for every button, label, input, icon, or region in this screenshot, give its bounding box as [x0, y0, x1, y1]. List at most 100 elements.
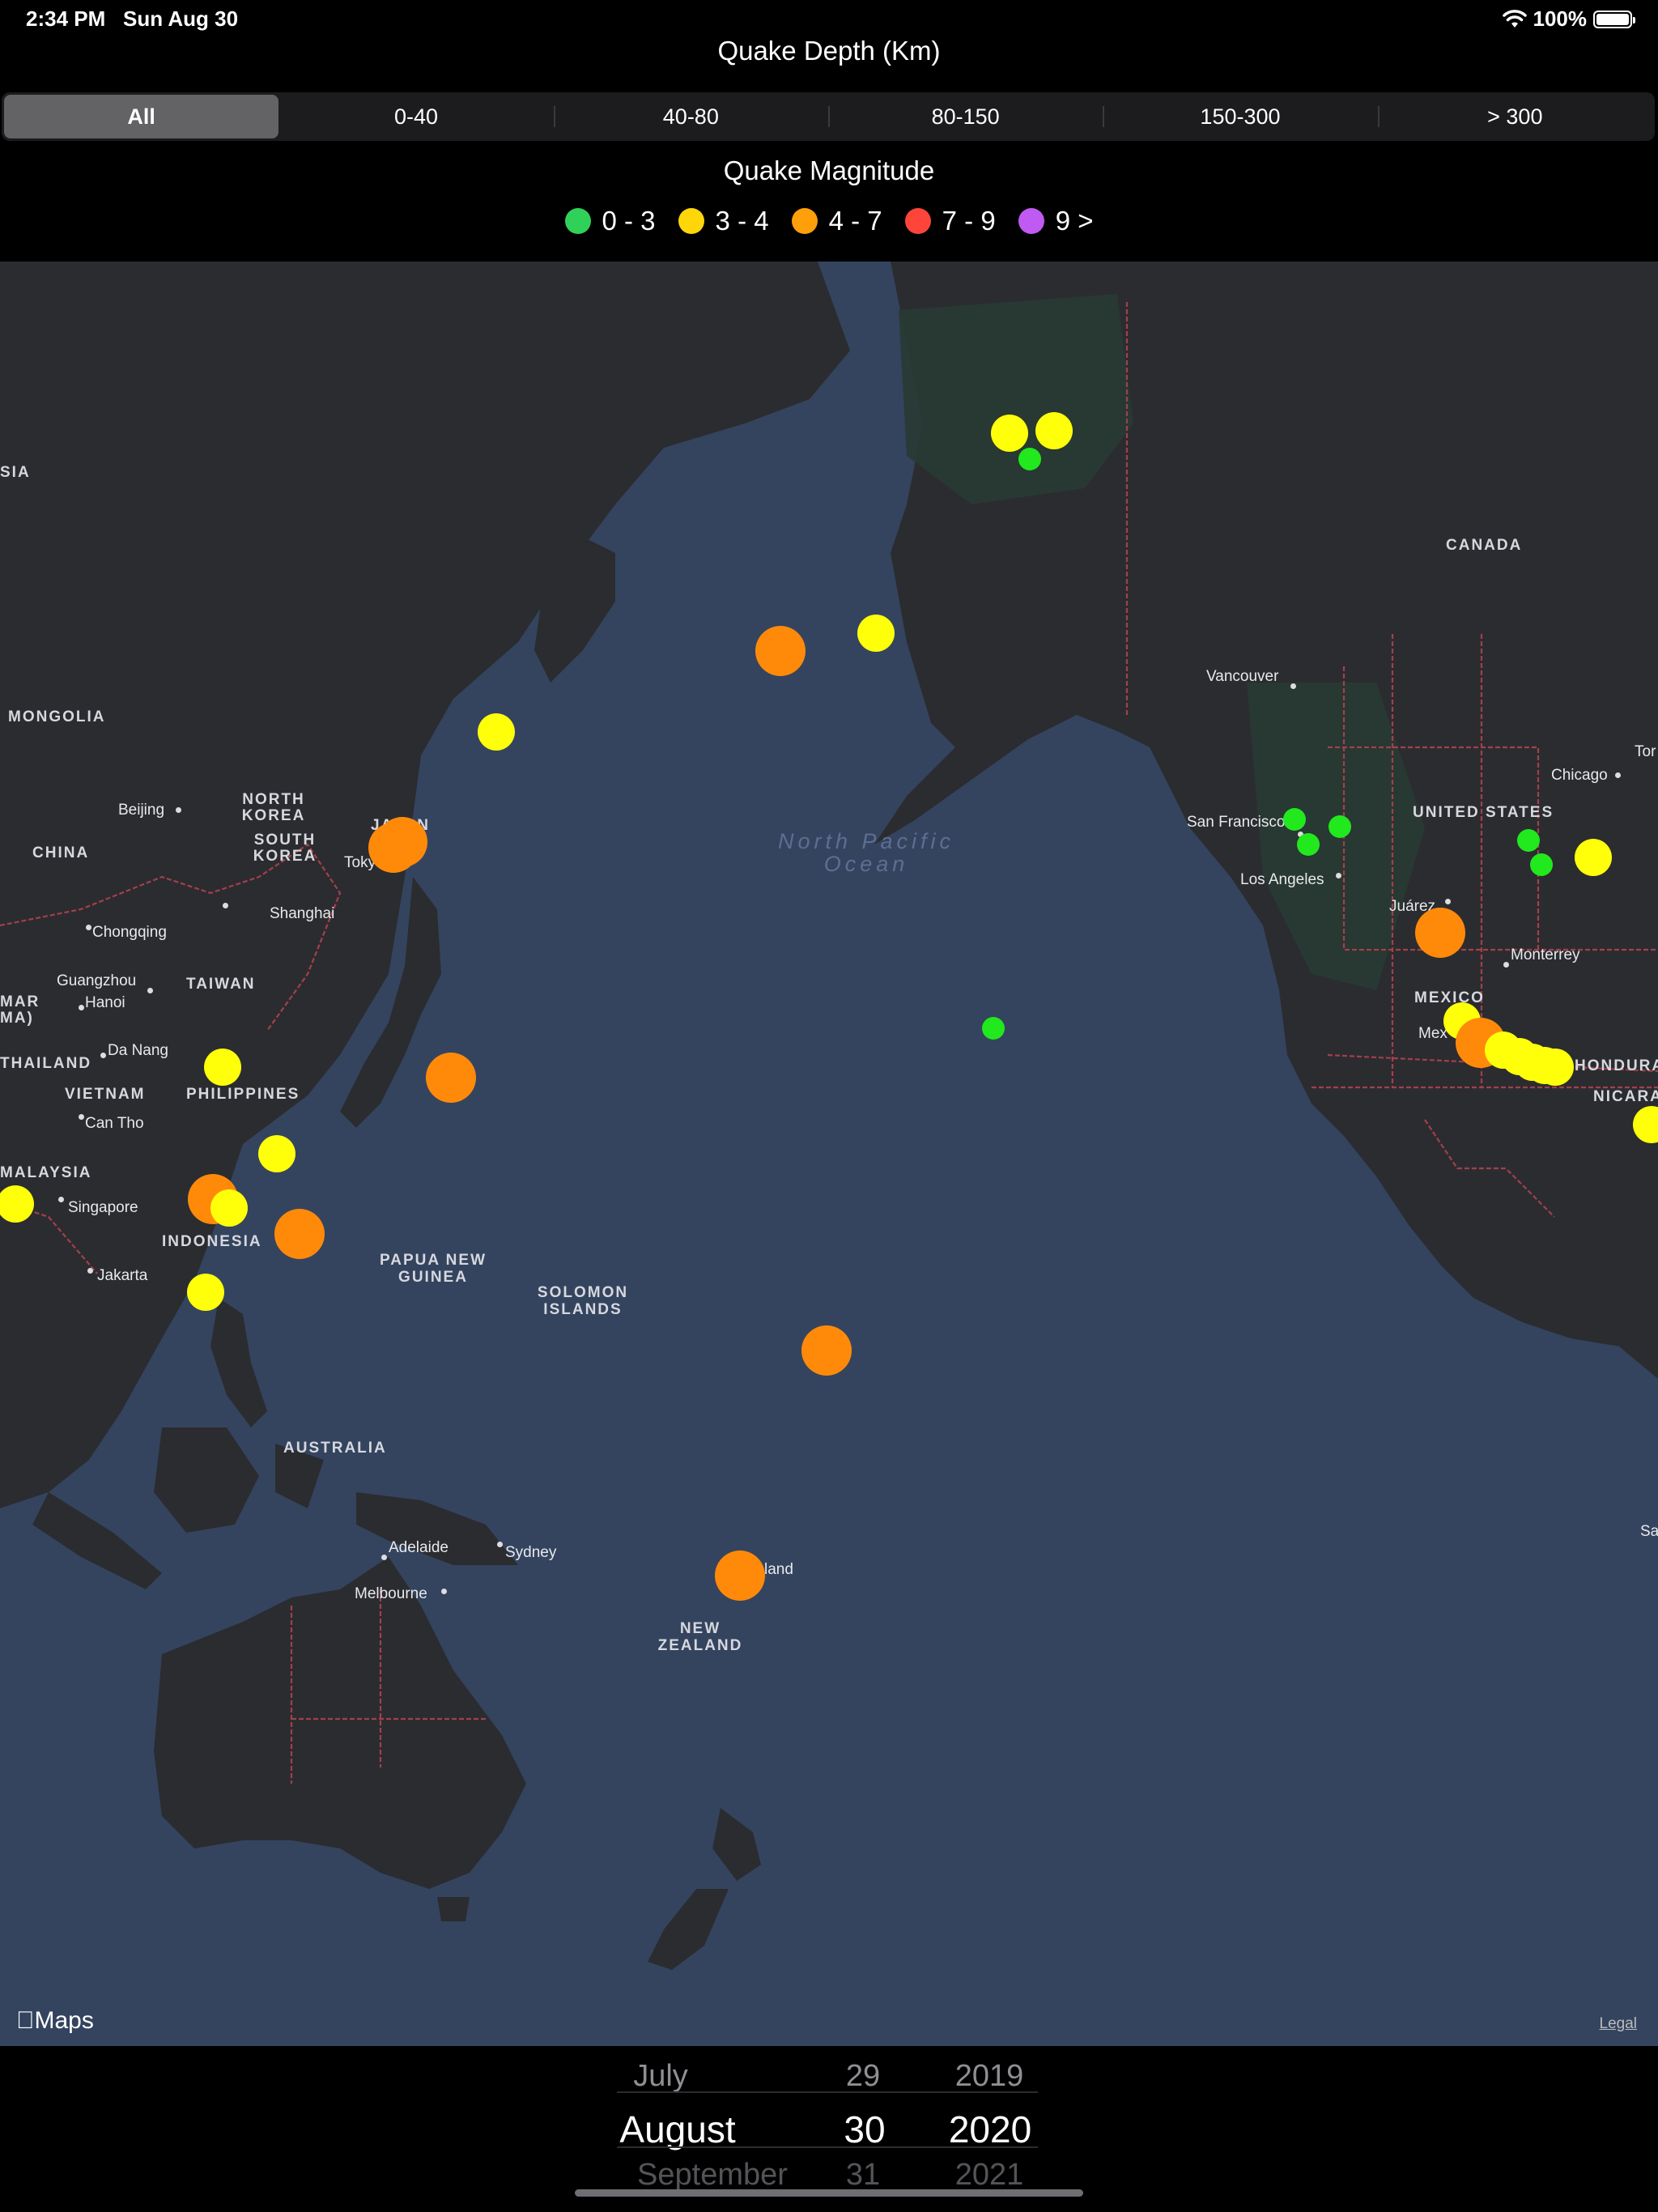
picker-year-current[interactable]: 2020	[949, 2108, 1031, 2151]
map-landmasses	[0, 262, 1658, 1970]
city-dot-hanoi	[79, 1005, 84, 1010]
city-shanghai: Shanghai	[270, 905, 335, 922]
quake-marker[interactable]	[1530, 853, 1553, 876]
quake-marker[interactable]	[1018, 448, 1041, 470]
city-mexico-city: Mex	[1418, 1025, 1448, 1042]
legend-label-3-4: 3 - 4	[715, 206, 769, 236]
quake-marker[interactable]	[1575, 839, 1612, 876]
battery-percent: 100%	[1533, 6, 1588, 31]
quake-marker[interactable]	[982, 1017, 1005, 1040]
city-dot-guangzhou	[147, 988, 153, 993]
picker-month-next[interactable]: September	[637, 2158, 788, 2193]
quake-marker[interactable]	[1035, 412, 1073, 449]
city-dot-monterrey	[1503, 962, 1509, 968]
quake-marker[interactable]	[1537, 1049, 1574, 1086]
city-can-tho: Can Tho	[85, 1115, 144, 1132]
city-dot-can-tho	[79, 1114, 84, 1120]
label-papua-new-guinea: PAPUA NEW GUINEA	[380, 1252, 487, 1286]
label-russia: SIA	[0, 464, 31, 481]
quake-marker[interactable]	[204, 1049, 241, 1086]
label-north-korea: NORTH KOREA	[241, 791, 306, 824]
city-sa: Sa	[1640, 1523, 1658, 1540]
quake-marker[interactable]	[1297, 833, 1320, 856]
quake-marker[interactable]	[1329, 815, 1351, 838]
segment-all[interactable]: All	[4, 95, 279, 138]
segment-over-300[interactable]: > 300	[1377, 95, 1652, 138]
quake-marker[interactable]	[801, 1325, 852, 1376]
city-dot-adelaide	[381, 1555, 387, 1560]
city-dot-sydney	[497, 1542, 503, 1547]
quake-marker[interactable]	[1283, 808, 1306, 831]
city-dot-los-angeles	[1336, 873, 1341, 878]
picker-day-next[interactable]: 31	[846, 2158, 880, 2193]
picker-year-next[interactable]: 2021	[955, 2158, 1024, 2193]
city-dot-melbourne	[441, 1589, 447, 1594]
city-adelaide: Adelaide	[389, 1539, 449, 1556]
status-time: 2:34 PM	[26, 6, 106, 31]
legend-dot-9-plus	[1018, 208, 1044, 234]
label-new-zealand: NEW ZEALAND	[657, 1620, 743, 1654]
legend-label-0-3: 0 - 3	[602, 206, 656, 236]
picker-month-previous[interactable]: July	[633, 2059, 688, 2094]
city-los-angeles: Los Angeles	[1240, 871, 1324, 888]
quake-marker[interactable]	[210, 1189, 248, 1227]
quake-marker[interactable]	[478, 713, 515, 751]
picker-day-previous[interactable]: 29	[846, 2059, 880, 2094]
quake-marker[interactable]	[857, 615, 895, 652]
quake-marker[interactable]	[258, 1135, 295, 1172]
city-dot-beijing	[176, 807, 181, 813]
segment-0-40[interactable]: 0-40	[278, 95, 553, 138]
picker-day-current[interactable]: 30	[844, 2108, 885, 2151]
segment-80-150[interactable]: 80-150	[827, 95, 1103, 138]
city-san-francisco: San Francisco	[1187, 814, 1286, 831]
city-guangzhou: Guangzhou	[57, 972, 137, 989]
label-australia: AUSTRALIA	[283, 1440, 387, 1457]
city-dot-singapore	[58, 1197, 64, 1202]
label-indonesia: INDONESIA	[162, 1233, 262, 1250]
city-da-nang: Da Nang	[108, 1042, 168, 1059]
quake-marker[interactable]	[1517, 829, 1540, 852]
label-china: CHINA	[32, 844, 90, 861]
quake-marker[interactable]	[426, 1053, 476, 1103]
label-mexico: MEXICO	[1414, 989, 1485, 1006]
city-beijing: Beijing	[118, 802, 165, 819]
city-vancouver: Vancouver	[1206, 668, 1279, 685]
picker-month-current[interactable]: August	[619, 2108, 735, 2151]
depth-filter-title: Quake Depth (Km)	[717, 36, 941, 66]
city-toronto: Tor	[1635, 743, 1656, 760]
label-south-korea: SOUTH KOREA	[253, 832, 317, 865]
quake-marker[interactable]	[274, 1209, 325, 1259]
segment-150-300[interactable]: 150-300	[1103, 95, 1377, 138]
legal-link[interactable]: Legal	[1600, 2015, 1638, 2033]
quake-marker[interactable]	[755, 626, 806, 676]
depth-segmented-control: All 0-40 40-80 80-150 150-300 > 300	[2, 92, 1655, 141]
quake-marker[interactable]	[715, 1551, 765, 1601]
label-canada: CANADA	[1446, 537, 1523, 554]
picker-selection-top-line	[617, 2091, 1038, 2093]
wifi-icon	[1502, 9, 1527, 28]
quake-marker[interactable]	[187, 1274, 224, 1311]
city-dot-vancouver	[1290, 683, 1296, 689]
legend-item-7-9: 7 - 9	[904, 206, 996, 236]
city-dot-da-nang	[100, 1053, 106, 1058]
label-solomon-islands: SOLOMON ISLANDS	[537, 1284, 629, 1318]
label-taiwan: TAIWAN	[186, 976, 256, 993]
status-indicators: 100%	[1502, 6, 1635, 32]
legend-item-9-plus: 9 >	[1018, 206, 1093, 236]
maps-attribution[interactable]: Maps	[16, 2007, 94, 2035]
picker-selection-bottom-line	[617, 2146, 1038, 2148]
segment-40-80[interactable]: 40-80	[553, 95, 828, 138]
earthquake-map[interactable]: SIA MONGOLIA CHINA NORTH KOREA SOUTH KOR…	[0, 262, 1658, 2046]
date-picker[interactable]: July 29 2019 August 30 2020 September 31…	[0, 2046, 1658, 2212]
city-jakarta: Jakarta	[97, 1267, 148, 1284]
legend-item-0-3: 0 - 3	[564, 206, 656, 236]
magnitude-legend-title: Quake Magnitude	[723, 155, 935, 185]
legend-dot-4-7	[791, 208, 818, 234]
home-indicator[interactable]	[575, 2189, 1083, 2197]
city-dot-shanghai	[223, 903, 228, 908]
quake-marker[interactable]	[991, 415, 1028, 452]
picker-year-previous[interactable]: 2019	[955, 2059, 1024, 2094]
legend-label-4-7: 4 - 7	[828, 206, 882, 236]
quake-marker[interactable]	[368, 823, 419, 873]
quake-marker[interactable]	[1415, 908, 1465, 958]
